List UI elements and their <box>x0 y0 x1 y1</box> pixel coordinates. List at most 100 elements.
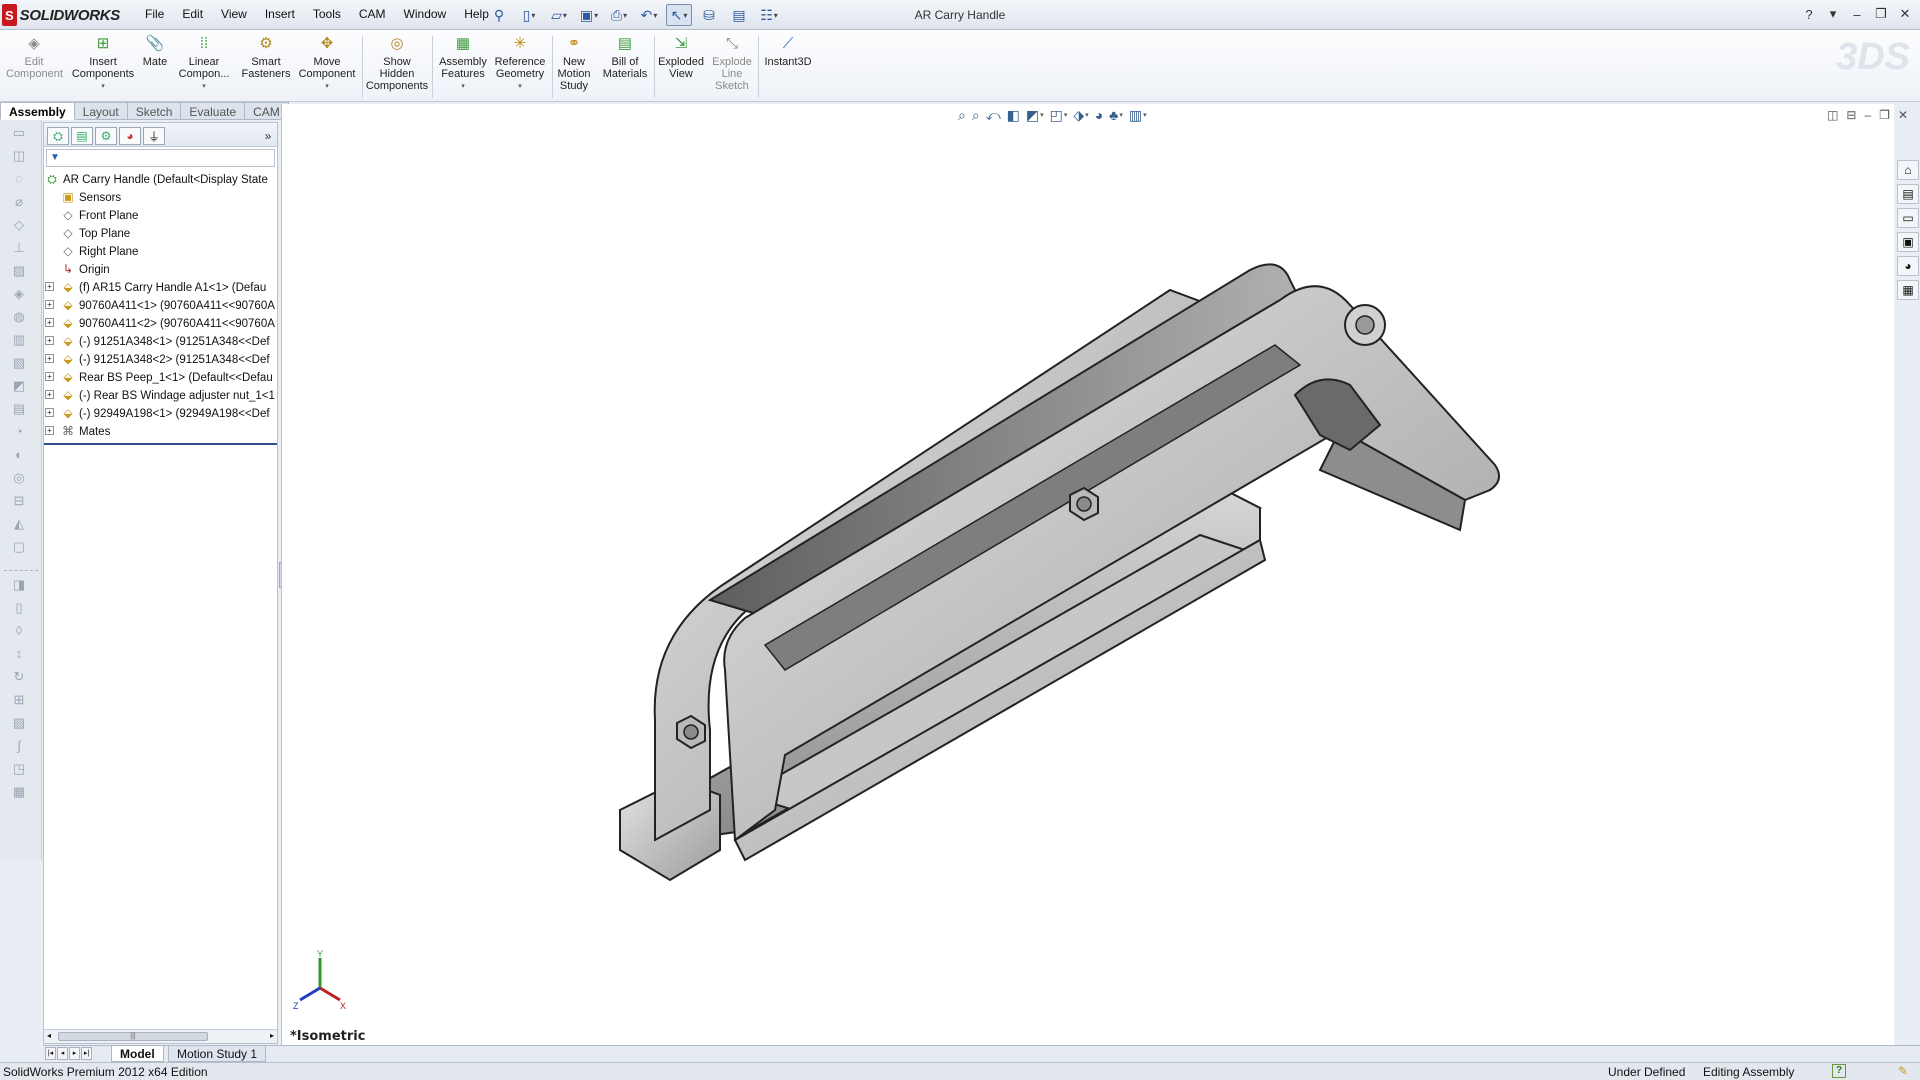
tool-icon[interactable]: ▨ <box>6 263 32 281</box>
tree-item-component[interactable]: + ⬙ (-) Rear BS Windage adjuster nut_1<1 <box>44 386 277 404</box>
tab-layout[interactable]: Layout <box>74 102 128 120</box>
solidworks-logo[interactable]: S SOLIDWORKS <box>2 3 120 27</box>
linear-pattern-button[interactable]: ⁞⁞ Linear Compon... ▾ <box>174 34 234 93</box>
expand-icon[interactable]: + <box>45 318 54 327</box>
tree-item-component[interactable]: + ⬙ 90760A411<2> (90760A411<<90760A <box>44 314 277 332</box>
quick-tips-help-icon[interactable]: ? <box>1832 1064 1846 1078</box>
tree-item-front-plane[interactable]: ◇ Front Plane <box>44 206 277 224</box>
expand-icon[interactable]: + <box>45 408 54 417</box>
menu-cam[interactable]: CAM <box>350 7 395 21</box>
prev-tab-icon[interactable]: ◂ <box>57 1047 68 1060</box>
tool-icon[interactable]: ◫ <box>6 148 32 166</box>
tree-item-component[interactable]: + ⬙ (-) 92949A198<1> (92949A198<<Def <box>44 404 277 422</box>
tool-icon[interactable]: ◳ <box>6 761 32 779</box>
tool-icon[interactable]: ∫ <box>6 738 32 756</box>
scroll-thumb[interactable]: ||| <box>58 1032 208 1041</box>
previous-view-icon[interactable]: ⤺ <box>986 106 1001 124</box>
edit-component-button[interactable]: ◈ Edit Component <box>6 34 63 80</box>
appearances-icon[interactable]: ◕ <box>1897 256 1919 276</box>
chevron-down-icon[interactable]: ▾ <box>492 81 548 93</box>
dynamic-annotation-icon[interactable]: ◩ <box>1026 106 1039 124</box>
hide-show-items-icon[interactable]: ◕ <box>1095 106 1103 124</box>
section-view-icon[interactable]: ◧ <box>1007 106 1020 124</box>
view-palette-icon[interactable]: ▣ <box>1897 232 1919 252</box>
tool-icon[interactable]: ⊞ <box>6 692 32 710</box>
tree-root-assembly[interactable]: ⛭ AR Carry Handle (Default<Display State <box>44 170 277 188</box>
chevron-down-icon[interactable]: ▾ <box>1119 111 1123 119</box>
tool-icon[interactable]: ▥ <box>6 332 32 350</box>
chevron-down-icon[interactable]: ▾ <box>174 81 234 93</box>
help-icon[interactable]: ? <box>1798 4 1820 24</box>
tool-icon[interactable]: ◇ <box>6 217 32 235</box>
menu-edit[interactable]: Edit <box>173 7 212 21</box>
options-button[interactable]: ☷ ▾ <box>756 4 782 26</box>
close-button[interactable]: ✕ <box>1894 4 1916 24</box>
configuration-manager-tab-icon[interactable]: ⚙ <box>95 127 117 145</box>
explode-line-sketch-button[interactable]: ⤡ Explode Line Sketch <box>708 34 756 92</box>
tool-icon[interactable]: ▤ <box>6 401 32 419</box>
tab-evaluate[interactable]: Evaluate <box>181 102 246 120</box>
tree-item-top-plane[interactable]: ◇ Top Plane <box>44 224 277 242</box>
insert-components-button[interactable]: ⊞ Insert Components ▾ <box>70 34 136 93</box>
tab-sketch[interactable]: Sketch <box>127 102 182 120</box>
chevron-down-icon[interactable]: ▾ <box>70 81 136 93</box>
tool-icon[interactable]: ⊥ <box>6 240 32 258</box>
chevron-down-icon[interactable]: ▾ <box>1064 111 1068 119</box>
tool-icon[interactable]: ▧ <box>6 355 32 373</box>
tree-item-origin[interactable]: ↳ Origin <box>44 260 277 278</box>
viewport-close-icon[interactable]: ✕ <box>1898 108 1908 122</box>
tool-icon[interactable]: ▭ <box>6 125 32 143</box>
new-document-button[interactable]: ▯ ▾ <box>516 4 542 26</box>
tool-icon[interactable]: ↕ <box>6 646 32 664</box>
tree-item-component[interactable]: + ⬙ (f) AR15 Carry Handle A1<1> (Defau <box>44 278 277 296</box>
tool-icon[interactable]: ◐ <box>6 447 32 465</box>
menu-view[interactable]: View <box>212 7 256 21</box>
undo-button[interactable]: ↶ ▾ <box>636 4 662 26</box>
tool-icon[interactable]: ▯ <box>6 600 32 618</box>
tree-item-component[interactable]: + ⬙ 90760A411<1> (90760A411<<90760A <box>44 296 277 314</box>
first-tab-icon[interactable]: |◂ <box>45 1047 56 1060</box>
assembly-features-button[interactable]: ▦ Assembly Features ▾ <box>436 34 490 93</box>
scroll-right-icon[interactable]: ▸ <box>270 1031 274 1040</box>
last-tab-icon[interactable]: ▸| <box>81 1047 92 1060</box>
rebuild-button[interactable]: ⛁ <box>696 4 722 26</box>
expand-icon[interactable]: + <box>45 390 54 399</box>
expand-icon[interactable]: + <box>45 300 54 309</box>
split-vertical-icon[interactable]: ⊟ <box>1846 108 1856 122</box>
tool-icon[interactable]: ◍ <box>6 309 32 327</box>
tool-icon[interactable]: ◈ <box>6 286 32 304</box>
new-motion-study-button[interactable]: ⚭ New Motion Study <box>554 34 594 92</box>
chevron-down-icon[interactable]: ▾ <box>296 81 358 93</box>
print-button[interactable]: ⎙ ▾ <box>606 4 632 26</box>
instant3d-button[interactable]: ⟋ Instant3D <box>760 34 816 68</box>
expand-icon[interactable]: + <box>45 282 54 291</box>
show-hidden-components-button[interactable]: ◎ Show Hidden Components <box>364 34 430 92</box>
tool-icon[interactable]: ◭ <box>6 516 32 534</box>
expand-icon[interactable]: + <box>45 336 54 345</box>
menu-window[interactable]: Window <box>395 7 456 21</box>
smart-fasteners-button[interactable]: ⚙ Smart Fasteners <box>238 34 294 80</box>
tool-icon[interactable]: ◔ <box>6 424 32 442</box>
exploded-view-button[interactable]: ⇲ Exploded View <box>656 34 706 80</box>
help-dropdown-icon[interactable]: ▾ <box>1822 4 1844 24</box>
custom-properties-icon[interactable]: ▦ <box>1897 280 1919 300</box>
resources-icon[interactable]: ⌂ <box>1897 160 1919 180</box>
file-explorer-icon[interactable]: ▭ <box>1897 208 1919 228</box>
menu-tools[interactable]: Tools <box>304 7 350 21</box>
scroll-left-icon[interactable]: ◂ <box>47 1031 51 1040</box>
tool-icon[interactable]: ▦ <box>6 784 32 802</box>
chevron-down-icon[interactable]: ▾ <box>1143 111 1147 119</box>
tool-icon[interactable]: ◎ <box>6 470 32 488</box>
tool-icon[interactable]: ▨ <box>6 715 32 733</box>
tool-icon[interactable]: ⊟ <box>6 493 32 511</box>
tree-item-component[interactable]: + ⬙ (-) 91251A348<2> (91251A348<<Def <box>44 350 277 368</box>
expand-icon[interactable]: + <box>45 372 54 381</box>
horizontal-scrollbar[interactable]: ◂ ||| ▸ <box>44 1029 277 1043</box>
viewport-restore-icon[interactable]: ❐ <box>1879 108 1890 122</box>
chevron-down-icon[interactable]: ▾ <box>1040 111 1044 119</box>
tree-item-right-plane[interactable]: ◇ Right Plane <box>44 242 277 260</box>
tab-model[interactable]: Model <box>111 1046 164 1062</box>
viewport-minimize-icon[interactable]: – <box>1864 108 1871 122</box>
minimize-button[interactable]: – <box>1846 4 1868 24</box>
pin-icon[interactable]: ⚲ <box>486 4 512 26</box>
